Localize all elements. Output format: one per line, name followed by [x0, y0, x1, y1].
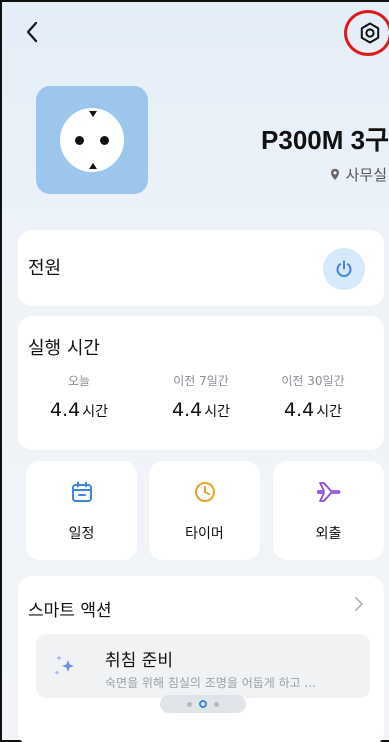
smart-actions-card: 스마트 액션 취침 준비 숙면을 위해 침실의 조명을 어둡게 하고 ...	[18, 576, 384, 742]
calendar-icon	[71, 481, 92, 502]
runtime-card: 실행 시간 오늘 4.4 시간 이전 7일간 4.4 시간 이전 30일간 4.4 시…	[18, 316, 384, 450]
scene-bedtime[interactable]: 취침 준비 숙면을 위해 침실의 조명을 어둡게 하고 ...	[36, 634, 370, 698]
timer-button[interactable]: 타이머	[149, 461, 260, 560]
timer-label: 타이머	[185, 526, 224, 542]
clock-icon	[194, 482, 215, 502]
page-indicator	[160, 695, 246, 713]
stat-number: 4.4	[284, 399, 315, 421]
runtime-title: 실행 시간	[28, 338, 100, 359]
scene-name: 취침 준비	[105, 651, 173, 671]
runtime-stat-30days: 이전 30일간 4.4 시간	[258, 372, 368, 421]
page-dot-active	[199, 700, 207, 708]
stat-value: 4.4 시간	[24, 399, 134, 421]
power-toggle-button[interactable]	[323, 248, 365, 290]
chevron-right-icon	[355, 597, 363, 611]
stat-number: 4.4	[172, 399, 203, 421]
top-bar	[0, 0, 389, 64]
scene-description: 숙면을 위해 침실의 조명을 어둡게 하고 ...	[105, 676, 316, 690]
power-card: 전원	[18, 230, 384, 306]
location-pin-icon	[330, 168, 339, 180]
device-name: P300M 3구	[261, 125, 389, 155]
power-icon	[336, 260, 352, 277]
away-mode-button[interactable]: 외출	[273, 461, 384, 560]
settings-highlight-ring	[344, 10, 389, 56]
page-dot	[214, 701, 219, 707]
device-location: 사무실	[330, 164, 387, 185]
stat-unit: 시간	[82, 404, 108, 420]
smart-actions-title: 스마트 액션	[28, 601, 112, 621]
back-button[interactable]	[20, 18, 44, 46]
schedule-button[interactable]: 일정	[26, 461, 137, 560]
stat-label: 이전 30일간	[281, 374, 345, 388]
page-dot	[187, 701, 192, 707]
stat-value: 4.4 시간	[146, 399, 256, 421]
chevron-left-icon	[26, 21, 38, 43]
stat-unit: 시간	[204, 404, 230, 420]
stat-label: 이전 7일간	[173, 374, 229, 388]
stat-unit: 시간	[316, 404, 342, 420]
runtime-stat-7days: 이전 7일간 4.4 시간	[146, 372, 256, 421]
airplane-icon	[316, 482, 340, 502]
smart-actions-more-button[interactable]	[354, 596, 364, 616]
stat-label: 오늘	[67, 374, 91, 388]
power-label: 전원	[28, 258, 62, 279]
schedule-label: 일정	[68, 526, 95, 542]
plug-socket-icon	[60, 108, 124, 172]
stat-value: 4.4 시간	[258, 399, 368, 421]
runtime-stat-today: 오늘 4.4 시간	[24, 372, 134, 421]
away-label: 외출	[315, 526, 342, 542]
device-image	[36, 86, 148, 194]
location-label: 사무실	[345, 166, 387, 184]
sparkle-icon	[54, 655, 74, 675]
stat-number: 4.4	[50, 399, 81, 421]
